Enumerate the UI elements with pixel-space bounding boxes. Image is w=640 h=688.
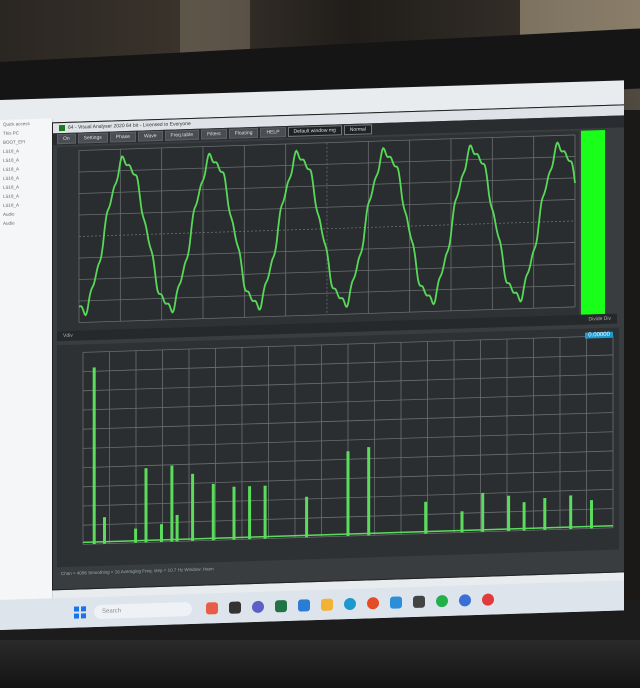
app-icon[interactable] xyxy=(275,599,287,613)
file-explorer-pane: Quick access This PC BOOT_EFI LS18_A LS18_A L… xyxy=(0,118,53,600)
spectrum-svg xyxy=(82,335,614,545)
taskbar-search[interactable]: Search xyxy=(94,601,192,620)
toolbar-button-floating[interactable]: Floating xyxy=(228,127,259,139)
spectrum-bar xyxy=(175,514,179,542)
spectrum-bar xyxy=(305,496,309,538)
app-icon xyxy=(59,124,65,131)
app-icon[interactable] xyxy=(436,594,448,608)
spectrum-bar xyxy=(507,495,511,532)
spectrum-plot[interactable]: 0.00000 xyxy=(57,327,619,568)
app-icon[interactable] xyxy=(206,602,218,615)
app-icon[interactable] xyxy=(459,594,471,607)
spectrum-bar xyxy=(263,485,267,539)
app-icon[interactable] xyxy=(413,595,425,609)
app-icon[interactable] xyxy=(390,596,402,609)
toolbar-button-phase[interactable]: Phase xyxy=(109,131,136,143)
spectrum-readout: 0.00000 xyxy=(585,331,613,339)
spectrum-bar xyxy=(543,498,547,530)
oscilloscope-svg xyxy=(78,134,576,323)
spectrum-bar xyxy=(170,465,174,542)
laptop-screen: Quick access This PC BOOT_EFI LS18_A LS18_A L… xyxy=(0,80,624,630)
spectrum-bar xyxy=(248,486,252,540)
spectrum-bar xyxy=(191,473,195,541)
spectrum-bar xyxy=(92,367,96,545)
spectrum-bar xyxy=(211,483,215,541)
toolbar-button-settings[interactable]: Settings xyxy=(77,132,108,144)
chrome-icon[interactable] xyxy=(367,597,379,610)
toolbar-button-filters[interactable]: Filters xyxy=(201,128,227,140)
edge-icon[interactable] xyxy=(344,597,356,611)
window-title: 64 - Visual Analyser 2020 64 bit - Licen… xyxy=(68,121,191,131)
window-select[interactable]: Default window mg xyxy=(287,125,342,137)
folder-icon[interactable] xyxy=(321,598,333,611)
explorer-item[interactable]: Audio xyxy=(0,217,52,228)
scope-status-left: Vdiv xyxy=(63,332,73,340)
spectrum-bar xyxy=(367,447,371,536)
spectrum-bar xyxy=(144,468,148,543)
spectrum-bar xyxy=(424,501,428,534)
toolbar-button-on[interactable]: On xyxy=(57,133,76,145)
mode-select[interactable]: Normal xyxy=(343,124,372,136)
spectrum-bar xyxy=(590,500,593,529)
visual-analyser-window: 64 - Visual Analyser 2020 64 bit - Licen… xyxy=(52,104,624,591)
spectrum-bar xyxy=(232,486,236,540)
toolbar-button-wave[interactable]: Wave xyxy=(137,130,163,142)
chat-icon[interactable] xyxy=(252,600,264,614)
spectrum-bar xyxy=(569,495,573,530)
app-icon[interactable] xyxy=(482,593,494,606)
oscilloscope-plot[interactable] xyxy=(57,130,579,332)
app-icon[interactable] xyxy=(229,601,241,614)
scope-status-right: Divide Div xyxy=(588,315,611,323)
toolbar-button-help[interactable]: HELP xyxy=(260,127,286,138)
spectrum-bar xyxy=(103,517,106,544)
spectrum-bar xyxy=(481,492,485,532)
toolbar-button-freq-table[interactable]: Freq.table xyxy=(164,129,200,141)
laptop-base-edge xyxy=(0,640,640,688)
input-level-meter xyxy=(581,129,605,315)
windows-start-icon[interactable] xyxy=(74,606,86,619)
spectrum-bar xyxy=(460,511,464,533)
app-icon[interactable] xyxy=(298,599,310,612)
taskbar-app-icons xyxy=(206,593,494,615)
spectrum-bar xyxy=(522,502,526,531)
spectrum-bar xyxy=(346,451,350,537)
